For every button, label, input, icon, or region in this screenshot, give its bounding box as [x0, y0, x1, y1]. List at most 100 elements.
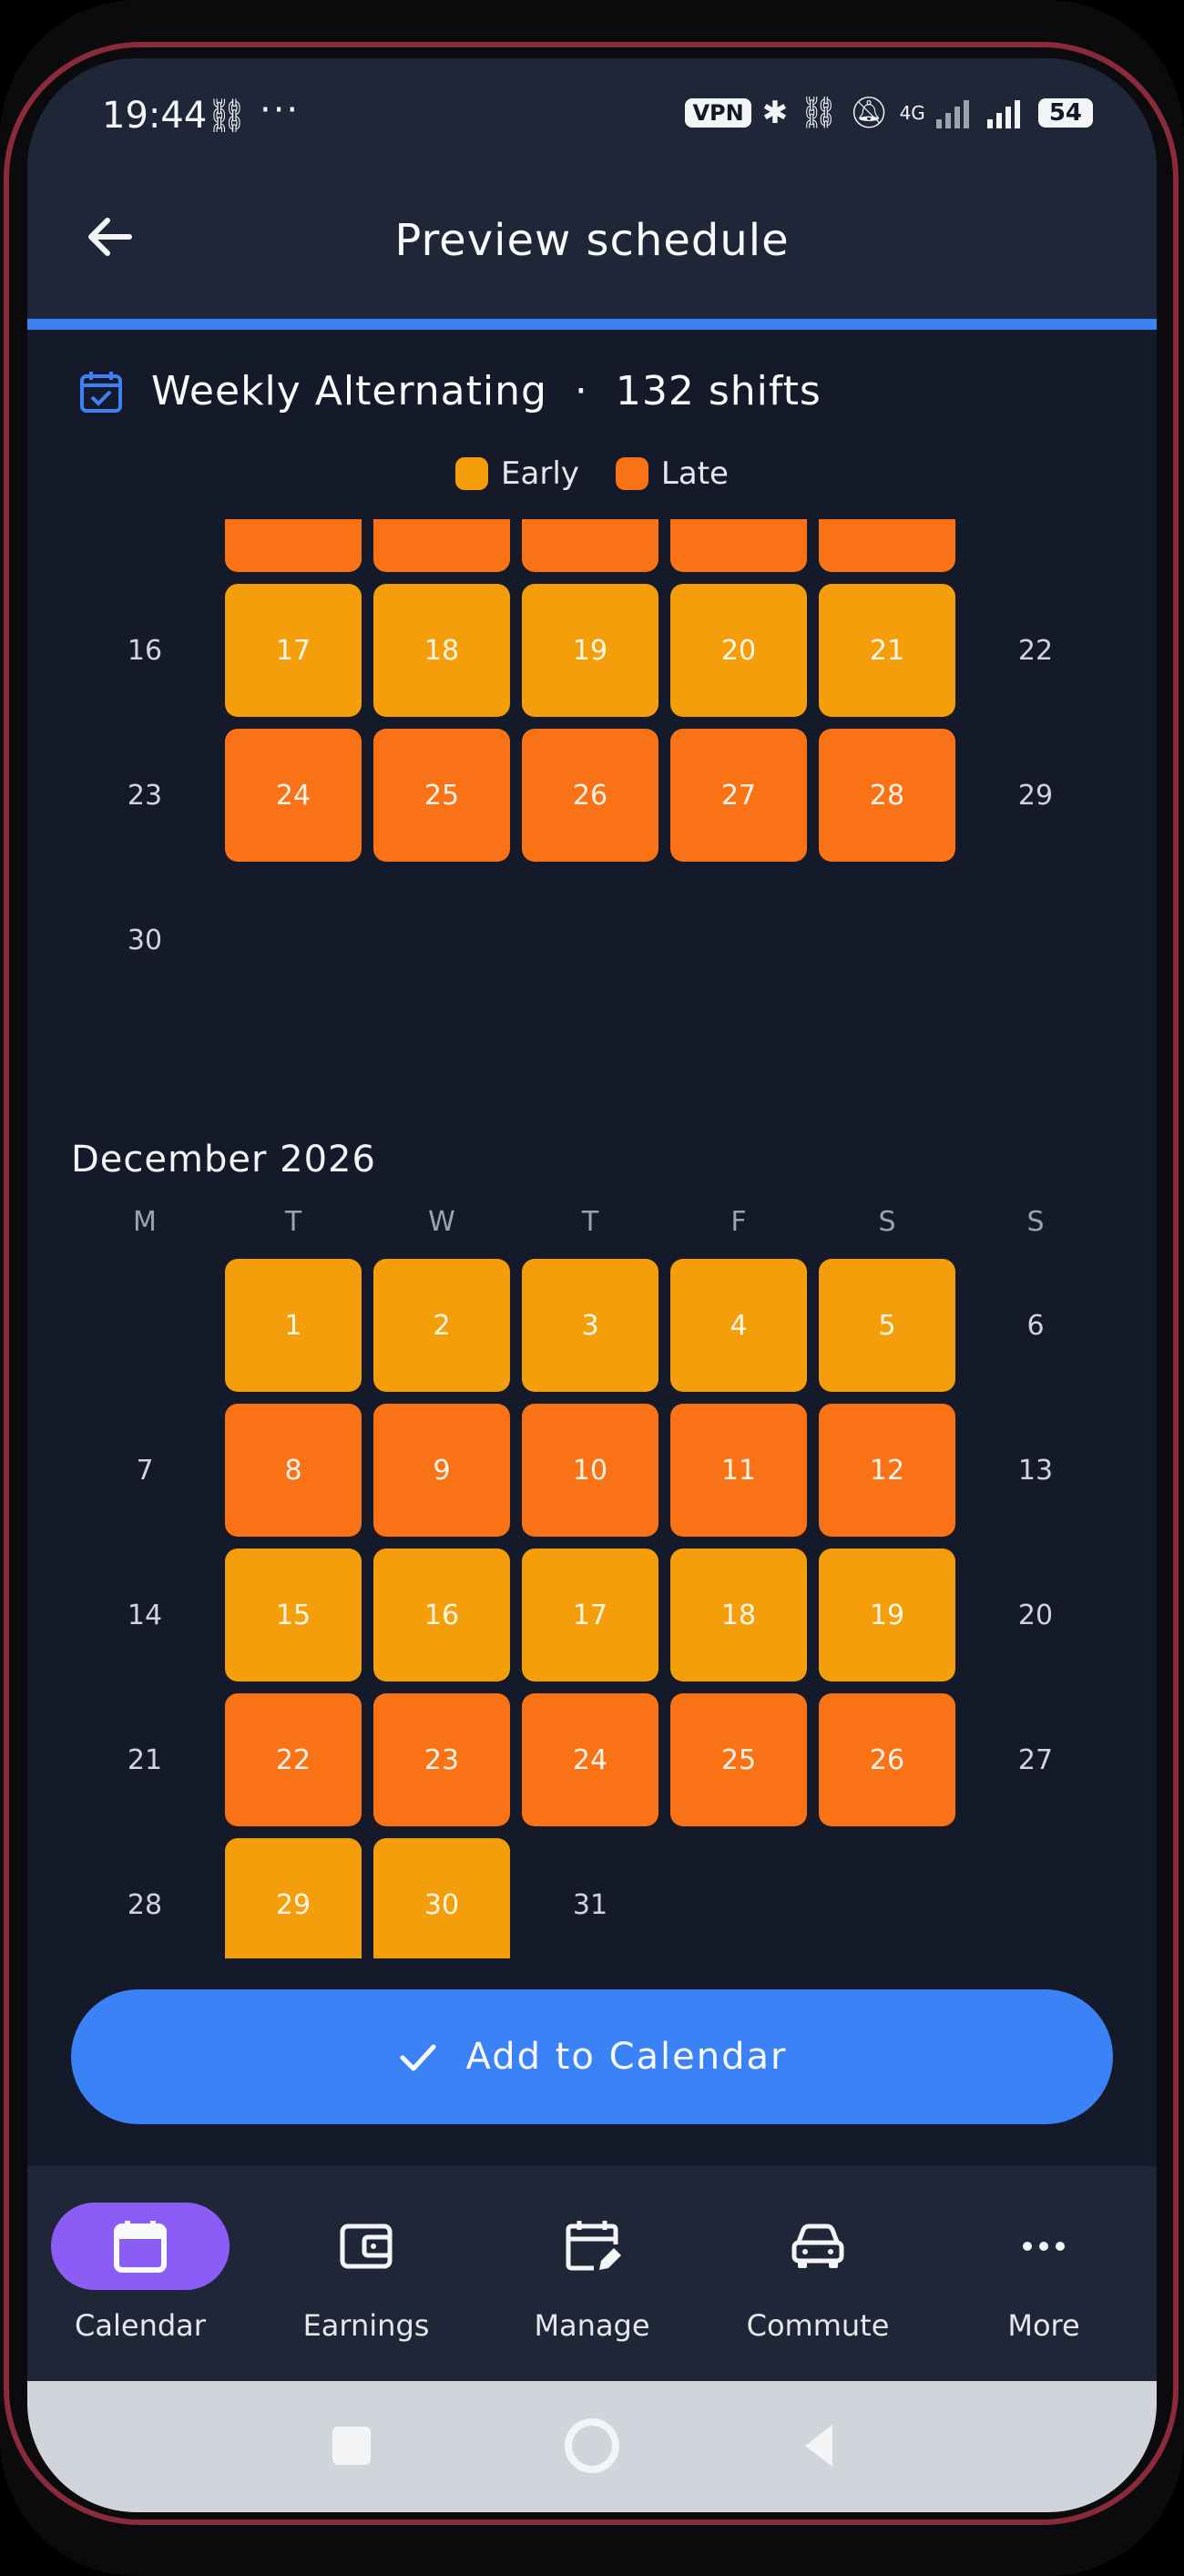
shift-day-cell[interactable]: 13	[670, 519, 807, 572]
add-to-calendar-label: Add to Calendar	[465, 2036, 788, 2078]
day-cell[interactable]: 21	[77, 1693, 213, 1826]
nav-pill	[729, 2203, 907, 2290]
calendar-scroll-area[interactable]: December 2026 91011121314151617181920212…	[27, 519, 1157, 1958]
shift-day-cell[interactable]: 24	[225, 729, 362, 862]
weekday-label: S	[1026, 1206, 1045, 1238]
day-cell[interactable]: 6	[967, 1259, 1104, 1392]
shift-day-cell[interactable]: 19	[522, 584, 658, 717]
wallet-icon	[340, 2223, 393, 2269]
day-cell[interactable]: 15	[967, 519, 1104, 572]
day-cell[interactable]: 22	[967, 584, 1104, 717]
shift-day-cell[interactable]: 2	[373, 1259, 510, 1392]
weekday-label: T	[581, 1206, 599, 1238]
shift-day-cell[interactable]: 18	[373, 584, 510, 717]
day-cell[interactable]: 31	[522, 1838, 658, 1958]
day-cell[interactable]: 20	[967, 1549, 1104, 1682]
nav-label: Manage	[534, 2308, 650, 2343]
separator: ·	[574, 368, 588, 414]
phone-frame: 19:44 ⛓ ··· VPN ✱ ⛓ 🔕︎ 4G 54 Preview sch…	[0, 0, 1184, 2576]
nav-item-calendar[interactable]: Calendar	[27, 2203, 253, 2343]
page-title: Preview schedule	[394, 215, 790, 266]
shift-day-cell[interactable]: 28	[819, 729, 955, 862]
shift-day-cell[interactable]: 10	[522, 1404, 658, 1537]
day-cell[interactable]: 29	[967, 729, 1104, 862]
bottom-navigation: Calendar Earnings Manage Commute More	[27, 2166, 1157, 2381]
shift-day-cell[interactable]: 22	[225, 1693, 362, 1826]
shift-day-cell[interactable]: 15	[225, 1549, 362, 1682]
weekday-label: W	[428, 1206, 455, 1238]
shift-day-cell[interactable]: 26	[522, 729, 658, 862]
shift-day-cell[interactable]: 23	[373, 1693, 510, 1826]
shift-day-cell[interactable]: 11	[373, 519, 510, 572]
weekday-label: F	[730, 1206, 747, 1238]
shift-day-cell[interactable]: 17	[522, 1549, 658, 1682]
shift-day-cell[interactable]: 19	[819, 1549, 955, 1682]
shift-day-cell[interactable]: 27	[670, 729, 807, 862]
nav-label: More	[1007, 2308, 1080, 2343]
progress-bar	[27, 319, 1157, 330]
shift-day-cell[interactable]: 12	[522, 519, 658, 572]
weekday-label: T	[284, 1206, 302, 1238]
nav-item-commute[interactable]: Commute	[705, 2203, 931, 2343]
shift-day-cell[interactable]: 3	[522, 1259, 658, 1392]
status-time: 19:44	[102, 95, 208, 137]
day-cell[interactable]: 7	[77, 1404, 213, 1537]
nav-item-manage[interactable]: Manage	[479, 2203, 705, 2343]
weekday-label: S	[878, 1206, 896, 1238]
signal-icon	[986, 100, 1020, 128]
shift-day-cell[interactable]: 16	[373, 1549, 510, 1682]
shift-day-cell[interactable]: 30	[373, 1838, 510, 1958]
calendar-edit-icon	[566, 2221, 621, 2271]
system-nav-buttons	[332, 2418, 832, 2473]
shift-day-cell[interactable]: 20	[670, 584, 807, 717]
bluetooth-icon: ✱	[761, 95, 789, 131]
add-to-calendar-button[interactable]: Add to Calendar	[71, 1989, 1113, 2124]
day-cell[interactable]: 13	[967, 1404, 1104, 1537]
overflow-dots-icon: ···	[260, 89, 301, 131]
shift-day-cell[interactable]: 1	[225, 1259, 362, 1392]
legend-label: Early	[501, 455, 579, 492]
day-cell[interactable]: 28	[77, 1838, 213, 1958]
home-button	[565, 2418, 619, 2473]
shift-day-cell[interactable]: 11	[670, 1404, 807, 1537]
month-title: December 2026	[71, 1139, 376, 1181]
recents-button	[332, 2427, 371, 2465]
shift-count: 132 shifts	[615, 368, 822, 414]
status-bar: 19:44 ⛓ ··· VPN ✱ ⛓ 🔕︎ 4G 54	[27, 58, 1157, 168]
nav-pill	[503, 2203, 681, 2290]
shift-day-cell[interactable]: 4	[670, 1259, 807, 1392]
day-cell[interactable]: 27	[967, 1693, 1104, 1826]
legend-item-late: Late	[615, 455, 729, 492]
shift-day-cell[interactable]: 17	[225, 584, 362, 717]
network-type: 4G	[899, 102, 925, 124]
day-cell[interactable]: 9	[77, 519, 213, 572]
shift-day-cell[interactable]: 21	[819, 584, 955, 717]
shift-day-cell[interactable]: 8	[225, 1404, 362, 1537]
nav-item-more[interactable]: More	[931, 2203, 1157, 2343]
day-cell[interactable]: 23	[77, 729, 213, 862]
vpn-badge: VPN	[685, 98, 751, 128]
shift-day-cell[interactable]: 25	[670, 1693, 807, 1826]
nav-item-earnings[interactable]: Earnings	[253, 2203, 479, 2343]
shift-day-cell[interactable]: 9	[373, 1404, 510, 1537]
shift-day-cell[interactable]: 25	[373, 729, 510, 862]
day-cell[interactable]: 16	[77, 584, 213, 717]
calendar-icon	[114, 2221, 167, 2273]
shift-day-cell[interactable]: 18	[670, 1549, 807, 1682]
signal-icon	[935, 100, 969, 128]
shift-day-cell[interactable]: 10	[225, 519, 362, 572]
shift-day-cell[interactable]: 24	[522, 1693, 658, 1826]
shift-day-cell[interactable]: 29	[225, 1838, 362, 1958]
battery-indicator: 54	[1037, 98, 1093, 128]
system-navigation-bar	[27, 2381, 1157, 2512]
day-cell[interactable]: 14	[77, 1549, 213, 1682]
legend-swatch	[455, 457, 489, 490]
shift-day-cell[interactable]: 5	[819, 1259, 955, 1392]
shift-day-cell[interactable]: 12	[819, 1404, 955, 1537]
day-cell[interactable]: 30	[77, 874, 213, 1007]
schedule-name: Weekly Alternating	[151, 368, 547, 414]
legend-label: Late	[660, 455, 729, 492]
shift-day-cell[interactable]: 14	[819, 519, 955, 572]
shift-day-cell[interactable]: 26	[819, 1693, 955, 1826]
nav-pill	[51, 2203, 230, 2290]
